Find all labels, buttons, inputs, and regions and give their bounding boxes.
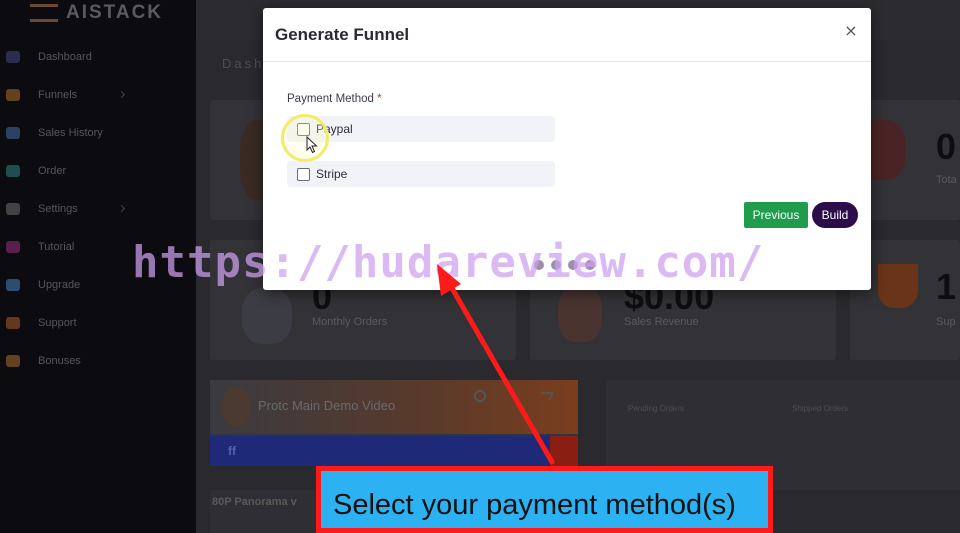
- card-illustration: [558, 286, 602, 342]
- close-icon[interactable]: ×: [843, 22, 859, 40]
- sales-history-icon: [6, 127, 20, 139]
- previous-button[interactable]: Previous: [744, 202, 808, 228]
- stripe-label: Stripe: [316, 167, 348, 181]
- sidebar-item-upgrade[interactable]: Upgrade: [0, 266, 196, 304]
- sidebar-item-label: Funnels: [38, 89, 78, 101]
- sidebar-item-label: Upgrade: [38, 279, 81, 291]
- video-banner: ff: [210, 436, 578, 466]
- loading-dot: [568, 260, 578, 270]
- modal-title: Generate Funnel: [275, 25, 410, 44]
- logo-text: AISTACK: [66, 2, 164, 23]
- stat-value: 1: [936, 266, 957, 307]
- sidebar-item-sales-history[interactable]: Sales History: [0, 114, 196, 152]
- loading-dots: [534, 260, 595, 270]
- order-icon: [6, 165, 20, 177]
- payment-option-paypal[interactable]: Paypal: [287, 116, 555, 142]
- funnel-icon: [878, 264, 918, 308]
- stat-label: Sup: [936, 316, 956, 328]
- sidebar-item-label: Support: [38, 317, 77, 329]
- sidebar-item-label: Bonuses: [38, 355, 81, 367]
- sidebar-item-label: Tutorial: [38, 241, 75, 253]
- payment-method-label-text: Payment Method: [287, 93, 374, 105]
- sidebar-item-funnels[interactable]: Funnels: [0, 76, 196, 114]
- sidebar-item-bonuses[interactable]: Bonuses: [0, 342, 196, 380]
- sidebar-item-label: Sales History: [38, 127, 103, 139]
- loading-dot: [585, 260, 595, 270]
- monthly-orders-label: Monthly Orders: [312, 316, 388, 328]
- loading-dot: [551, 260, 561, 270]
- video-avatar: [222, 388, 250, 426]
- sales-revenue-label: Sales Revenue: [624, 316, 699, 328]
- sidebar-nav: Dashboard Funnels Sales History Order Settin…: [0, 38, 196, 380]
- dashboard-icon: [6, 51, 20, 63]
- chevron-icon: [117, 90, 126, 99]
- funnel-icon: [6, 89, 20, 101]
- payment-method-label: Payment Method *: [287, 93, 382, 105]
- paypal-checkbox[interactable]: [297, 122, 310, 136]
- caption-box: Select your payment method(s): [316, 466, 773, 533]
- loading-dot: [534, 260, 544, 270]
- pending-orders-label: Pending Orders: [628, 404, 685, 413]
- upgrade-icon: [6, 279, 20, 291]
- stat-value: 0: [936, 126, 957, 167]
- stripe-checkbox[interactable]: [297, 167, 310, 181]
- caption-text: Select your payment method(s): [333, 489, 736, 521]
- sidebar-item-label: Dashboard: [38, 51, 92, 63]
- sidebar-item-label: Order: [38, 165, 67, 177]
- shipped-orders-label: Shipped Orders: [792, 404, 849, 413]
- video-banner-text: ff: [228, 444, 236, 458]
- video-title: Protc Main Demo Video: [258, 398, 396, 413]
- generate-funnel-modal: Generate Funnel × Payment Method * Paypa…: [263, 8, 871, 290]
- sidebar-item-settings[interactable]: Settings: [0, 190, 196, 228]
- bonuses-icon: [6, 355, 20, 367]
- build-button[interactable]: Build: [812, 202, 858, 228]
- video-header: Protc Main Demo Video: [210, 380, 578, 434]
- watch-later-icon[interactable]: [474, 390, 486, 402]
- sidebar-item-dashboard[interactable]: Dashboard: [0, 38, 196, 76]
- required-mark: *: [377, 93, 382, 105]
- page-title: Dash: [222, 56, 265, 71]
- sidebar-item-support[interactable]: Support: [0, 304, 196, 342]
- sidebar-item-label: Settings: [38, 203, 78, 215]
- share-icon[interactable]: [538, 392, 554, 400]
- demo-video[interactable]: Protc Main Demo Video ff: [210, 380, 578, 466]
- modal-header: Generate Funnel ×: [263, 8, 871, 62]
- sidebar-item-order[interactable]: Order: [0, 152, 196, 190]
- card-illustration: [242, 288, 292, 344]
- second-video-title: 80P Panorama v: [212, 496, 297, 508]
- logo-icon: [30, 4, 58, 22]
- tutorial-icon: [6, 241, 20, 253]
- sidebar-item-tutorial[interactable]: Tutorial: [0, 228, 196, 266]
- paypal-label: Paypal: [316, 122, 353, 136]
- video-banner-accent: [550, 436, 578, 466]
- stat-label: Tota: [936, 174, 957, 186]
- settings-icon: [6, 203, 20, 215]
- sidebar: AISTACK Dashboard Funnels Sales History Ord…: [0, 0, 196, 533]
- payment-option-stripe[interactable]: Stripe: [287, 161, 555, 187]
- logo: AISTACK: [30, 2, 163, 24]
- chevron-icon: [117, 204, 126, 213]
- support-icon: [6, 317, 20, 329]
